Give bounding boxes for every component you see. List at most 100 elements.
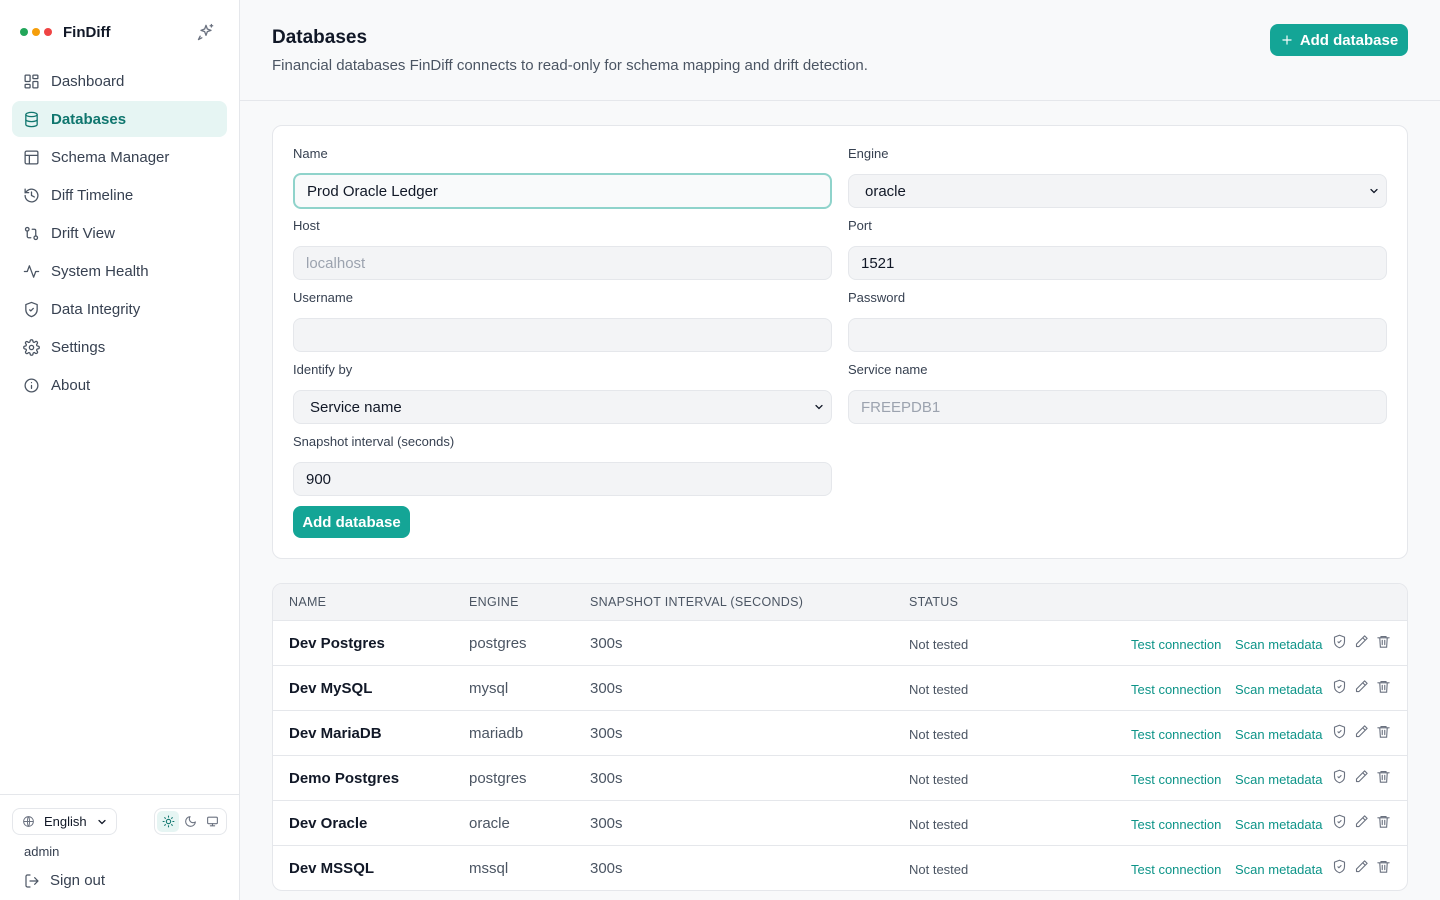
row-status: Not tested	[909, 772, 969, 787]
table-row: Dev MySQL mysql 300s Not tested Test con…	[273, 666, 1407, 711]
test-connection-link[interactable]: Test connection	[1131, 682, 1221, 697]
sidebar-item-settings[interactable]: Settings	[12, 329, 227, 365]
shield-check-icon[interactable]	[1332, 679, 1347, 694]
trash-icon[interactable]	[1376, 679, 1391, 694]
trash-icon[interactable]	[1376, 724, 1391, 739]
test-connection-link[interactable]: Test connection	[1131, 862, 1221, 877]
trash-icon[interactable]	[1376, 769, 1391, 784]
row-engine: postgres	[469, 770, 527, 787]
activity-icon	[23, 264, 40, 278]
name-input[interactable]: Prod Oracle Ledger	[293, 173, 832, 209]
host-input[interactable]: localhost	[293, 246, 832, 280]
column-header-engine: ENGINE	[469, 595, 519, 609]
pencil-icon[interactable]	[1354, 769, 1369, 784]
sun-icon	[162, 815, 174, 828]
row-status: Not tested	[909, 682, 969, 697]
plus-icon	[1282, 35, 1292, 45]
password-field: Password	[848, 290, 1387, 352]
scan-metadata-link[interactable]: Scan metadata	[1235, 862, 1322, 877]
service-name-input[interactable]: FREEPDB1	[848, 390, 1387, 424]
sparkle-icon[interactable]	[196, 22, 216, 42]
row-status: Not tested	[909, 727, 969, 742]
sidebar-item-dashboard[interactable]: Dashboard	[12, 63, 227, 99]
identify-by-select[interactable]: Service name	[293, 390, 832, 424]
trash-icon[interactable]	[1376, 814, 1391, 829]
sidebar: FinDiff Dashboard Databases Schema Manag…	[0, 0, 240, 900]
info-icon	[24, 377, 39, 393]
scan-metadata-link[interactable]: Scan metadata	[1235, 772, 1322, 787]
sidebar-item-drift-view[interactable]: Drift View	[12, 215, 227, 251]
shield-check-icon[interactable]	[1332, 769, 1347, 784]
snapshot-interval-input[interactable]: 900	[293, 462, 832, 496]
row-interval: 300s	[590, 635, 623, 652]
theme-dark-button[interactable]	[179, 811, 201, 832]
monitor-icon	[206, 816, 218, 827]
sidebar-item-data-integrity[interactable]: Data Integrity	[12, 291, 227, 327]
test-connection-link[interactable]: Test connection	[1131, 727, 1221, 742]
test-connection-link[interactable]: Test connection	[1131, 637, 1221, 652]
add-database-form: Name Prod Oracle Ledger Engine oracle Ho…	[272, 125, 1408, 559]
log-out-icon	[25, 873, 39, 888]
pencil-icon[interactable]	[1354, 679, 1369, 694]
sidebar-item-schema-manager[interactable]: Schema Manager	[12, 139, 227, 175]
shield-check-icon[interactable]	[1332, 724, 1347, 739]
test-connection-link[interactable]: Test connection	[1131, 772, 1221, 787]
sidebar-item-label: System Health	[51, 262, 149, 280]
sign-out-button[interactable]: Sign out	[24, 872, 105, 889]
pencil-icon[interactable]	[1354, 634, 1369, 649]
row-status: Not tested	[909, 817, 969, 832]
pencil-icon[interactable]	[1354, 859, 1369, 874]
sidebar-item-label: Dashboard	[51, 72, 125, 90]
shield-check-icon[interactable]	[1332, 814, 1347, 829]
gear-icon	[23, 338, 40, 356]
test-connection-link[interactable]: Test connection	[1131, 817, 1221, 832]
sidebar-item-system-health[interactable]: System Health	[12, 253, 227, 289]
theme-system-button[interactable]	[201, 811, 223, 832]
app-name: FinDiff	[63, 23, 111, 41]
username-field: Username	[293, 290, 832, 352]
table-row: Dev Oracle oracle 300s Not tested Test c…	[273, 801, 1407, 846]
row-name: Dev MariaDB	[289, 725, 382, 742]
port-field: Port 1521	[848, 218, 1387, 280]
sidebar-item-label: Schema Manager	[51, 148, 170, 166]
theme-light-button[interactable]	[157, 811, 179, 832]
engine-select[interactable]: oracle	[848, 174, 1387, 208]
add-database-submit-button[interactable]: Add database	[293, 506, 410, 538]
table-row: Dev Postgres postgres 300s Not tested Te…	[273, 621, 1407, 666]
shield-check-icon[interactable]	[1332, 859, 1347, 874]
trash-icon[interactable]	[1376, 634, 1391, 649]
password-label: Password	[848, 290, 906, 305]
shield-check-icon	[25, 301, 38, 317]
sidebar-item-databases[interactable]: Databases	[12, 101, 227, 137]
language-select[interactable]: English	[12, 808, 117, 835]
pencil-icon[interactable]	[1354, 724, 1369, 739]
page-header: Databases Financial databases FinDiff co…	[240, 0, 1440, 101]
shield-check-icon[interactable]	[1332, 634, 1347, 649]
column-header-name: NAME	[289, 595, 327, 609]
pencil-icon[interactable]	[1354, 814, 1369, 829]
add-database-header-button[interactable]: Add database	[1270, 24, 1408, 56]
row-interval: 300s	[590, 815, 623, 832]
chevron-down-icon	[1370, 188, 1378, 194]
chevron-down-icon	[815, 404, 823, 410]
username-label: Username	[293, 290, 353, 305]
row-interval: 300s	[590, 860, 623, 877]
scan-metadata-link[interactable]: Scan metadata	[1235, 682, 1322, 697]
port-input[interactable]: 1521	[848, 246, 1387, 280]
scan-metadata-link[interactable]: Scan metadata	[1235, 637, 1322, 652]
globe-icon	[23, 816, 34, 827]
sidebar-item-diff-timeline[interactable]: Diff Timeline	[12, 177, 227, 213]
moon-icon	[184, 816, 196, 827]
username-input[interactable]	[293, 318, 832, 352]
scan-metadata-link[interactable]: Scan metadata	[1235, 727, 1322, 742]
history-icon	[24, 187, 39, 203]
sidebar-item-label: Drift View	[51, 224, 115, 242]
row-interval: 300s	[590, 770, 623, 787]
snapshot-interval-field: Snapshot interval (seconds) 900	[293, 434, 832, 496]
sidebar-item-about[interactable]: About	[12, 367, 227, 403]
password-input[interactable]	[848, 318, 1387, 352]
row-name: Dev Oracle	[289, 815, 368, 832]
scan-metadata-link[interactable]: Scan metadata	[1235, 817, 1322, 832]
trash-icon[interactable]	[1376, 859, 1391, 874]
add-database-header-label: Add database	[1299, 31, 1399, 49]
